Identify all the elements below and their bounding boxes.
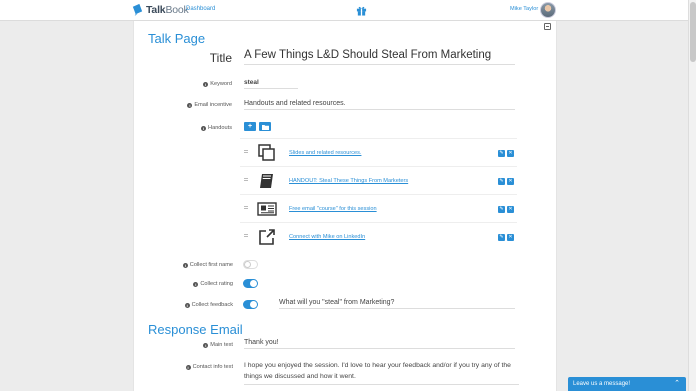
- drag-handle-icon[interactable]: [244, 234, 248, 237]
- keyword-label: Keyword: [210, 81, 232, 87]
- info-icon: i: [203, 342, 209, 348]
- preview-icon[interactable]: [544, 23, 551, 30]
- info-icon: i: [182, 262, 188, 268]
- keyword-input[interactable]: steal: [244, 79, 298, 89]
- email-incentive-label-row: i Email incentive: [112, 102, 232, 108]
- drag-handle-icon[interactable]: [244, 150, 248, 153]
- info-icon: i: [203, 81, 209, 87]
- add-handout-button[interactable]: +: [244, 122, 256, 131]
- handout-item: HANDOUT: Steal These Things From Markete…: [240, 166, 517, 194]
- chat-label: Leave us a message!: [573, 381, 631, 387]
- info-icon: i: [193, 281, 199, 287]
- delete-icon[interactable]: ✕: [507, 234, 514, 241]
- chevron-up-icon: ⌃: [674, 380, 680, 387]
- edit-icon[interactable]: ✎: [498, 178, 505, 185]
- brand-bold: Talk: [146, 3, 166, 16]
- edit-icon[interactable]: ✎: [498, 150, 505, 157]
- talkbook-logo-icon: [132, 3, 143, 16]
- delete-icon[interactable]: ✕: [507, 178, 514, 185]
- toggle-knob: [250, 301, 257, 308]
- email-incentive-input[interactable]: Handouts and related resources.: [244, 100, 515, 110]
- avatar[interactable]: [540, 2, 556, 18]
- external-link-icon: [259, 229, 275, 245]
- collect-feedback-toggle[interactable]: [243, 300, 258, 309]
- handouts-label-row: i Handouts: [112, 125, 232, 131]
- handouts-label: Handouts: [208, 125, 232, 131]
- scrollbar-thumb[interactable]: [690, 2, 696, 62]
- main-text-input[interactable]: Thank you!: [244, 339, 515, 349]
- drag-handle-icon[interactable]: [244, 206, 248, 209]
- main-text-label: Main text: [210, 342, 233, 348]
- handout-link[interactable]: Connect with Mike on LinkedIn: [289, 234, 365, 240]
- collect-rating-toggle[interactable]: [243, 279, 258, 288]
- collect-rating-label-row: i Collect rating: [113, 281, 233, 287]
- handout-link[interactable]: Free email "course" for this session: [289, 206, 377, 212]
- collect-first-name-label-row: i Collect first name: [113, 262, 233, 268]
- collect-first-name-label: Collect first name: [189, 262, 233, 268]
- book-icon: [260, 174, 273, 188]
- handout-link[interactable]: HANDOUT: Steal These Things From Markete…: [289, 178, 408, 184]
- main-text-label-row: i Main text: [113, 342, 233, 348]
- handout-item: Free email "course" for this session ✎ ✕: [240, 194, 517, 222]
- top-bar: TalkBook Dashboard Mike Taylor: [0, 0, 688, 21]
- edit-icon[interactable]: ✎: [498, 206, 505, 213]
- toggle-knob: [250, 280, 257, 287]
- title-label: Title: [209, 51, 232, 65]
- collect-rating-label: Collect rating: [200, 281, 233, 287]
- contact-info-input[interactable]: I hope you enjoyed the session. I'd love…: [244, 361, 519, 385]
- email-incentive-label: Email incentive: [194, 102, 232, 108]
- collect-first-name-toggle[interactable]: [243, 260, 258, 269]
- handout-link[interactable]: Slides and related resources.: [289, 150, 361, 156]
- gift-icon[interactable]: [356, 5, 367, 16]
- collect-feedback-label: Collect feedback: [191, 302, 233, 308]
- user-name-link[interactable]: Mike Taylor: [510, 6, 538, 12]
- response-email-heading: Response Email: [148, 322, 243, 337]
- keyword-label-row: i Keyword: [112, 81, 232, 87]
- feedback-question-input[interactable]: What will you "steal" from Marketing?: [279, 299, 515, 309]
- contact-info-label-row: i Contact info text: [113, 364, 233, 370]
- handout-item: Connect with Mike on LinkedIn ✎ ✕: [240, 222, 517, 250]
- delete-icon[interactable]: ✕: [507, 150, 514, 157]
- folder-icon: [261, 124, 269, 130]
- info-icon: i: [184, 302, 190, 308]
- nav-dashboard-link[interactable]: Dashboard: [186, 6, 215, 12]
- talk-page-heading: Talk Page: [148, 31, 206, 46]
- contact-info-label: Contact info text: [192, 364, 233, 370]
- toggle-knob: [244, 261, 251, 268]
- drag-handle-icon[interactable]: [244, 178, 248, 181]
- edit-icon[interactable]: ✎: [498, 234, 505, 241]
- delete-icon[interactable]: ✕: [507, 206, 514, 213]
- info-icon: i: [187, 102, 193, 108]
- talkbook-logo[interactable]: TalkBook: [131, 3, 189, 16]
- title-input[interactable]: A Few Things L&D Should Steal From Marke…: [244, 49, 515, 65]
- newspaper-icon: [257, 202, 277, 216]
- info-icon: i: [201, 125, 207, 131]
- copy-icon: [258, 144, 275, 161]
- handouts-list: Slides and related resources. ✎ ✕ HANDOU…: [240, 138, 517, 250]
- page-scrollbar[interactable]: [688, 0, 696, 391]
- leave-message-chat-button[interactable]: Leave us a message! ⌃: [568, 377, 686, 391]
- collect-feedback-label-row: i Collect feedback: [113, 302, 233, 308]
- handout-item: Slides and related resources. ✎ ✕: [240, 138, 517, 166]
- info-icon: i: [185, 364, 191, 370]
- folder-button[interactable]: [259, 122, 271, 131]
